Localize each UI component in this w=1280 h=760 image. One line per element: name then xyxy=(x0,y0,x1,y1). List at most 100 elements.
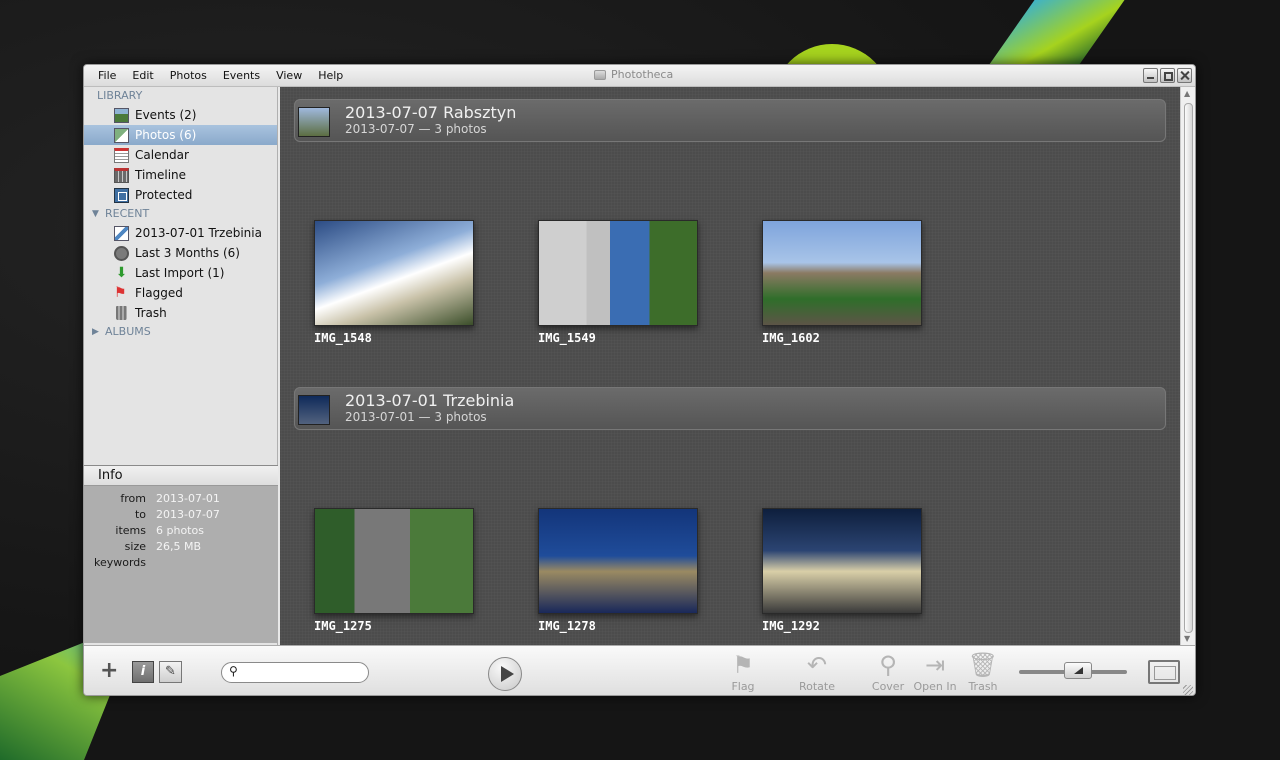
flag-icon: ⚑ xyxy=(732,651,754,679)
trash-button[interactable]: 🗑 Trash xyxy=(953,650,1013,693)
close-button[interactable] xyxy=(1177,68,1192,83)
info-toggle-button[interactable]: i xyxy=(132,661,154,683)
search-input[interactable] xyxy=(221,662,369,683)
flag-button[interactable]: ⚑ Flag xyxy=(713,650,773,693)
app-window: File Edit Photos Events View Help Photot… xyxy=(83,64,1196,696)
event-subtitle: 2013-07-01 — 3 photos xyxy=(345,410,487,424)
menu-view[interactable]: View xyxy=(268,69,310,82)
scrollbar-thumb[interactable] xyxy=(1184,103,1193,633)
sidebar-item-label: Photos (6) xyxy=(135,128,197,142)
scroll-up-icon[interactable]: ▲ xyxy=(1184,89,1190,98)
sidebar-item-label: Calendar xyxy=(135,148,189,162)
sidebar-item-protected[interactable]: Protected xyxy=(84,185,277,205)
slideshow-play-button[interactable] xyxy=(488,657,522,691)
menu-photos[interactable]: Photos xyxy=(162,69,215,82)
event-pencil-icon xyxy=(114,225,129,241)
clock-icon xyxy=(114,245,129,261)
action-label: Flag xyxy=(731,680,755,693)
library-header: LIBRARY xyxy=(84,87,277,105)
minimize-button[interactable] xyxy=(1143,68,1158,83)
slider-knob[interactable] xyxy=(1064,662,1092,679)
bottom-toolbar: + i ✎ ⚲ ⚑ Flag ↶ Rotate ⚲ Cover ⇥ Open I… xyxy=(84,645,1195,695)
recent-header[interactable]: ▼ RECENT xyxy=(84,205,277,223)
albums-header[interactable]: ▶ ALBUMS xyxy=(84,323,277,341)
scroll-down-icon[interactable]: ▼ xyxy=(1184,634,1190,643)
info-key: to xyxy=(134,508,146,521)
library-header-label: LIBRARY xyxy=(97,89,143,102)
sidebar-item-calendar[interactable]: Calendar xyxy=(84,145,277,165)
fullscreen-button[interactable] xyxy=(1148,660,1180,684)
window-controls xyxy=(1143,68,1192,83)
sidebar: LIBRARY Events (2) Photos (6) Calendar T… xyxy=(84,87,278,645)
event-header-trzebinia[interactable]: 2013-07-01 Trzebinia 2013-07-01 — 3 phot… xyxy=(294,387,1166,430)
desktop-decoration xyxy=(985,0,1125,70)
info-row-items: items 6 photos xyxy=(84,523,278,539)
sidebar-item-label: Events (2) xyxy=(135,108,197,122)
sidebar-item-recent-event[interactable]: 2013-07-01 Trzebinia xyxy=(84,223,277,243)
photo-tile[interactable]: IMG_1292 xyxy=(762,508,922,633)
events-icon xyxy=(114,107,129,123)
sidebar-item-events[interactable]: Events (2) xyxy=(84,105,277,125)
info-value: 26,5 MB xyxy=(156,540,202,553)
info-row-from: from 2013-07-01 xyxy=(84,491,278,507)
resize-grip[interactable] xyxy=(1183,685,1193,695)
photo-caption: IMG_1549 xyxy=(538,331,596,345)
info-row-to: to 2013-07-07 xyxy=(84,507,278,523)
timeline-icon xyxy=(114,167,129,183)
event-title: 2013-07-07 Rabsztyn xyxy=(345,103,517,122)
photo-thumbnail xyxy=(314,220,474,326)
photo-tile[interactable]: IMG_1278 xyxy=(538,508,698,633)
info-title: Info xyxy=(84,466,278,486)
event-title: 2013-07-01 Trzebinia xyxy=(345,391,515,410)
vertical-scrollbar[interactable]: ▲ ▼ xyxy=(1180,87,1195,645)
rotate-button[interactable]: ↶ Rotate xyxy=(787,650,847,693)
info-value: 6 photos xyxy=(156,524,204,537)
info-key: keywords xyxy=(93,556,146,569)
albums-header-label: ALBUMS xyxy=(105,325,151,338)
photo-tile[interactable]: IMG_1549 xyxy=(538,220,698,345)
sidebar-item-last-import[interactable]: ⬇ Last Import (1) xyxy=(84,263,277,283)
import-icon: ⬇ xyxy=(115,264,128,281)
event-header-rabsztyn[interactable]: 2013-07-07 Rabsztyn 2013-07-07 — 3 photo… xyxy=(294,99,1166,142)
calendar-icon xyxy=(114,147,129,163)
maximize-button[interactable] xyxy=(1160,68,1175,83)
event-cover-thumbnail xyxy=(298,395,330,425)
sidebar-item-timeline[interactable]: Timeline xyxy=(84,165,277,185)
sidebar-item-label: Flagged xyxy=(135,286,183,300)
menu-file[interactable]: File xyxy=(90,69,124,82)
photo-thumbnail xyxy=(762,508,922,614)
rotate-icon: ↶ xyxy=(806,651,828,679)
info-key: size xyxy=(124,540,146,553)
info-value: 2013-07-01 xyxy=(156,492,220,505)
menu-events[interactable]: Events xyxy=(215,69,268,82)
info-panel: Info from 2013-07-01 to 2013-07-07 items… xyxy=(84,465,278,643)
search-icon: ⚲ xyxy=(229,664,238,678)
event-cover-thumbnail xyxy=(298,107,330,137)
sidebar-item-label: Last 3 Months (6) xyxy=(135,246,240,260)
chevron-right-icon: ▶ xyxy=(92,327,99,337)
sidebar-item-trash[interactable]: Trash xyxy=(84,303,277,323)
tools-button[interactable]: ✎ xyxy=(159,661,182,683)
photo-tile[interactable]: IMG_1602 xyxy=(762,220,922,345)
photo-tile[interactable]: IMG_1275 xyxy=(314,508,474,633)
sidebar-item-label: 2013-07-01 Trzebinia xyxy=(135,226,262,240)
menu-help[interactable]: Help xyxy=(310,69,351,82)
app-icon xyxy=(594,69,606,80)
sidebar-item-label: Trash xyxy=(135,306,167,320)
add-button[interactable]: + xyxy=(100,658,118,683)
photo-tile[interactable]: IMG_1548 xyxy=(314,220,474,345)
recent-header-label: RECENT xyxy=(105,207,150,220)
sidebar-item-flagged[interactable]: ⚑ Flagged xyxy=(84,283,277,303)
title-bar: File Edit Photos Events View Help Photot… xyxy=(84,65,1195,87)
sidebar-item-last-3-months[interactable]: Last 3 Months (6) xyxy=(84,243,277,263)
photo-caption: IMG_1548 xyxy=(314,331,372,345)
menu-edit[interactable]: Edit xyxy=(124,69,161,82)
photo-caption: IMG_1278 xyxy=(538,619,596,633)
photo-browser: 2013-07-07 Rabsztyn 2013-07-07 — 3 photo… xyxy=(280,87,1180,645)
flag-icon: ⚑ xyxy=(114,284,127,301)
event-subtitle: 2013-07-07 — 3 photos xyxy=(345,122,487,136)
trash-icon xyxy=(116,306,127,320)
trash-icon: 🗑 xyxy=(967,651,999,679)
sidebar-item-photos[interactable]: Photos (6) xyxy=(84,125,277,145)
sidebar-item-label: Last Import (1) xyxy=(135,266,225,280)
